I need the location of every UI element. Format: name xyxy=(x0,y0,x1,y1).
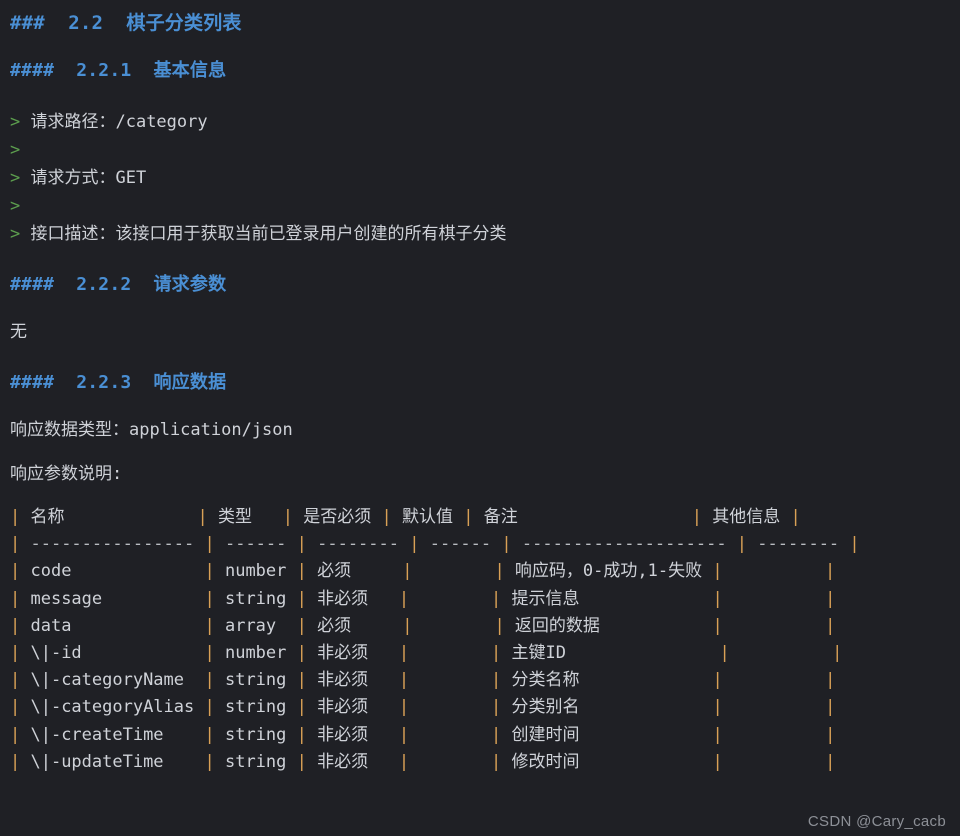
request-method-label: 请求方式： xyxy=(30,168,116,188)
top-spacer xyxy=(10,0,950,8)
markdown-document-view: ### 2.2 棋子分类列表 #### 2.2.1 基本信息 > 请求路径：/c… xyxy=(0,0,960,836)
response-content-type: 响应数据类型：application/json xyxy=(10,420,293,440)
response-params-table: | 名称 | 类型 | 是否必须 | 默认值 | 备注 | 其他信息 | | --… xyxy=(10,504,950,776)
response-params-caption: 响应参数说明: xyxy=(10,464,123,484)
table-row: | \|-id | number | 非必须 | | 主键ID | | xyxy=(10,643,843,664)
table-row: | message | string | 非必须 | | 提示信息 | | xyxy=(10,588,836,609)
blockquote-empty-1: > xyxy=(10,136,950,164)
api-description-label: 接口描述： xyxy=(30,224,116,244)
blockquote-marker-icon: > xyxy=(10,112,31,132)
table-row: | code | number | 必须 | | 响应码，0-成功,1-失败 |… xyxy=(10,561,836,582)
table-row: | ---------------- | ------ | -------- |… xyxy=(10,534,860,555)
request-path-label: 请求路径： xyxy=(30,112,116,132)
blockquote-marker-icon: > xyxy=(10,196,21,216)
blockquote-request-method: > 请求方式：GET xyxy=(10,164,950,192)
blockquote-request-path: > 请求路径：/category xyxy=(10,108,950,136)
request-method-value: GET xyxy=(115,168,147,188)
blockquote-marker-icon: > xyxy=(10,224,31,244)
blockquote-marker-icon: > xyxy=(10,168,31,188)
table-row: | \|-categoryName | string | 非必须 | | 分类名… xyxy=(10,670,836,691)
table-row: | data | array | 必须 | | 返回的数据 | | xyxy=(10,615,836,636)
request-params-body: 无 xyxy=(10,322,27,342)
table-row: | 名称 | 类型 | 是否必须 | 默认值 | 备注 | 其他信息 | xyxy=(10,507,801,527)
section-heading-2-2: ### 2.2 棋子分类列表 xyxy=(10,12,242,34)
subsection-heading-2-2-2: #### 2.2.2 请求参数 xyxy=(10,274,227,295)
api-description-value: 该接口用于获取当前已登录用户创建的所有棋子分类 xyxy=(115,224,507,244)
blockquote-empty-2: > xyxy=(10,192,950,220)
table-row: | \|-categoryAlias | string | 非必须 | | 分类… xyxy=(10,697,836,718)
subsection-heading-2-2-1: #### 2.2.1 基本信息 xyxy=(10,60,227,81)
subsection-heading-2-2-3: #### 2.2.3 响应数据 xyxy=(10,372,227,393)
request-path-value: /category xyxy=(115,112,208,132)
csdn-watermark: CSDN @Cary_cacb xyxy=(807,813,946,830)
blockquote-marker-icon: > xyxy=(10,140,21,160)
table-row: | \|-updateTime | string | 非必须 | | 修改时间 … xyxy=(10,751,836,772)
table-row: | \|-createTime | string | 非必须 | | 创建时间 … xyxy=(10,724,836,745)
blockquote-api-description: > 接口描述：该接口用于获取当前已登录用户创建的所有棋子分类 xyxy=(10,220,950,248)
